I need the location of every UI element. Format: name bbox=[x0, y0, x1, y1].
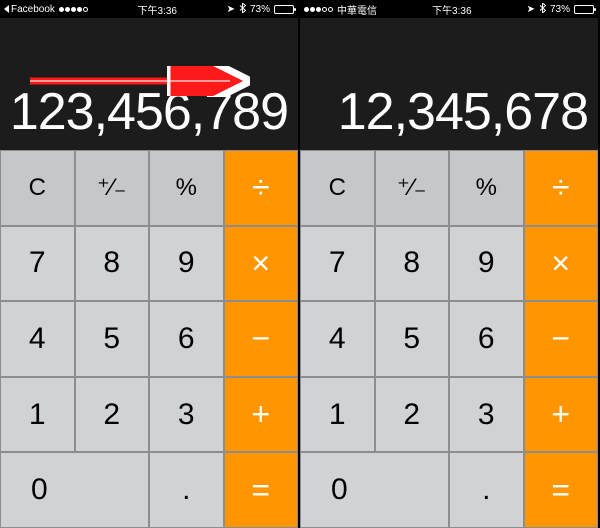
minus-button[interactable]: − bbox=[524, 301, 599, 377]
calculator-keypad: C ⁺∕₋ % ÷ 7 8 9 × 4 5 6 − 1 2 3 + 0 . = bbox=[300, 150, 598, 528]
digit-6-button[interactable]: 6 bbox=[149, 301, 224, 377]
digit-5-button[interactable]: 5 bbox=[75, 301, 150, 377]
digit-2-button[interactable]: 2 bbox=[375, 377, 450, 453]
percent-button[interactable]: % bbox=[449, 150, 524, 226]
clear-button[interactable]: C bbox=[0, 150, 75, 226]
location-icon: ➤ bbox=[227, 4, 235, 15]
signal-strength-icon bbox=[59, 7, 88, 12]
decimal-button[interactable]: . bbox=[149, 452, 224, 528]
multiply-button[interactable]: × bbox=[224, 226, 299, 302]
chevron-left-icon bbox=[4, 5, 9, 13]
calculator-display[interactable]: 12,345,678 bbox=[300, 18, 598, 150]
digit-7-button[interactable]: 7 bbox=[300, 226, 375, 302]
digit-7-button[interactable]: 7 bbox=[0, 226, 75, 302]
divide-button[interactable]: ÷ bbox=[224, 150, 299, 226]
signal-strength-icon bbox=[304, 7, 333, 12]
bluetooth-icon bbox=[539, 3, 546, 16]
calculator-keypad: C ⁺∕₋ % ÷ 7 8 9 × 4 5 6 − 1 2 3 + 0 . = bbox=[0, 150, 298, 528]
calculator-display[interactable]: 123,456,789 bbox=[0, 18, 298, 150]
divide-button[interactable]: ÷ bbox=[524, 150, 599, 226]
digit-1-button[interactable]: 1 bbox=[0, 377, 75, 453]
digit-8-button[interactable]: 8 bbox=[75, 226, 150, 302]
display-value: 123,456,789 bbox=[10, 82, 288, 142]
status-bar: Facebook 下午3:36 ➤ 73% bbox=[0, 0, 298, 18]
digit-6-button[interactable]: 6 bbox=[449, 301, 524, 377]
carrier-label: 中華電信 bbox=[337, 2, 377, 17]
calculator-screen-left: Facebook 下午3:36 ➤ 73% 123,456,789 bbox=[0, 0, 300, 528]
display-value: 12,345,678 bbox=[338, 82, 588, 142]
digit-0-button[interactable]: 0 bbox=[300, 452, 449, 528]
digit-3-button[interactable]: 3 bbox=[449, 377, 524, 453]
percent-button[interactable]: % bbox=[149, 150, 224, 226]
back-app-label: Facebook bbox=[11, 4, 55, 15]
battery-percent: 73% bbox=[250, 4, 270, 15]
digit-2-button[interactable]: 2 bbox=[75, 377, 150, 453]
equals-button[interactable]: = bbox=[524, 452, 599, 528]
plus-minus-button[interactable]: ⁺∕₋ bbox=[375, 150, 450, 226]
battery-percent: 73% bbox=[550, 4, 570, 15]
status-time: 下午3:36 bbox=[432, 2, 471, 17]
digit-5-button[interactable]: 5 bbox=[375, 301, 450, 377]
battery-icon bbox=[574, 5, 594, 14]
calculator-screen-right: 中華電信 下午3:36 ➤ 73% 12,345,678 C ⁺∕₋ % ÷ 7… bbox=[300, 0, 600, 528]
multiply-button[interactable]: × bbox=[524, 226, 599, 302]
clear-button[interactable]: C bbox=[300, 150, 375, 226]
decimal-button[interactable]: . bbox=[449, 452, 524, 528]
location-icon: ➤ bbox=[527, 4, 535, 15]
minus-button[interactable]: − bbox=[224, 301, 299, 377]
plus-minus-button[interactable]: ⁺∕₋ bbox=[75, 150, 150, 226]
bluetooth-icon bbox=[239, 3, 246, 16]
digit-3-button[interactable]: 3 bbox=[149, 377, 224, 453]
equals-button[interactable]: = bbox=[224, 452, 299, 528]
digit-0-button[interactable]: 0 bbox=[0, 452, 149, 528]
digit-4-button[interactable]: 4 bbox=[0, 301, 75, 377]
digit-4-button[interactable]: 4 bbox=[300, 301, 375, 377]
back-to-app[interactable]: Facebook bbox=[4, 4, 55, 15]
digit-9-button[interactable]: 9 bbox=[449, 226, 524, 302]
digit-8-button[interactable]: 8 bbox=[375, 226, 450, 302]
status-time: 下午3:36 bbox=[138, 2, 177, 17]
status-bar: 中華電信 下午3:36 ➤ 73% bbox=[300, 0, 598, 18]
plus-button[interactable]: + bbox=[224, 377, 299, 453]
battery-icon bbox=[274, 5, 294, 14]
plus-button[interactable]: + bbox=[524, 377, 599, 453]
digit-1-button[interactable]: 1 bbox=[300, 377, 375, 453]
digit-9-button[interactable]: 9 bbox=[149, 226, 224, 302]
